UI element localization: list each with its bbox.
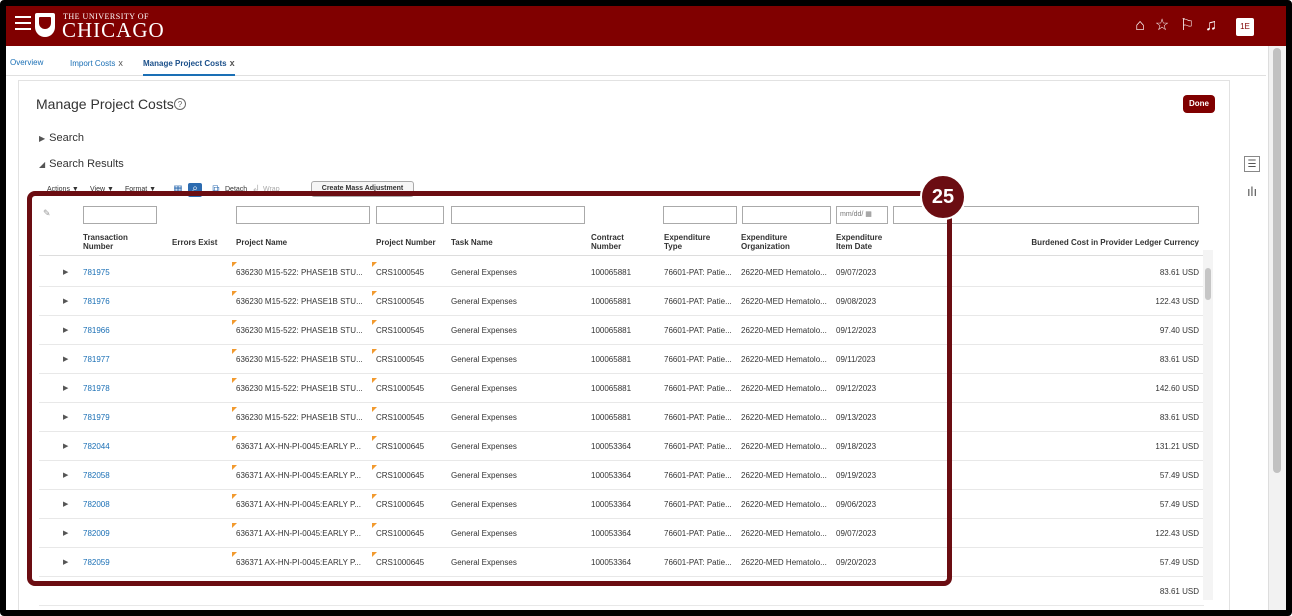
tab-label: Overview bbox=[10, 58, 44, 67]
search-results-section-toggle[interactable]: ◢ Search Results bbox=[39, 158, 124, 170]
burdened-cost-cell: 131.21 USD bbox=[1155, 442, 1199, 451]
done-button[interactable]: Done bbox=[1183, 95, 1215, 113]
favorites-star-icon[interactable]: ☆ bbox=[1153, 17, 1171, 35]
active-tab-indicator bbox=[143, 74, 235, 76]
app-window: THE UNIVERSITY OF CHICAGO ⌂ ☆ ⚐ ♫ 1E Ove… bbox=[0, 0, 1292, 616]
home-icon[interactable]: ⌂ bbox=[1131, 17, 1149, 35]
flag-icon[interactable]: ⚐ bbox=[1178, 17, 1196, 35]
search-section-toggle[interactable]: ▶ Search bbox=[39, 132, 84, 144]
burdened-cost-cell: 142.60 USD bbox=[1155, 384, 1199, 393]
tab-label: Manage Project Costs bbox=[143, 59, 227, 68]
burdened-cost-cell: 122.43 USD bbox=[1155, 297, 1199, 306]
burdened-cost-cell: 57.49 USD bbox=[1159, 558, 1199, 567]
page-scrollbar[interactable] bbox=[1268, 46, 1286, 610]
annotation-highlight-box bbox=[27, 191, 952, 586]
burdened-cost-cell: 83.61 USD bbox=[1159, 268, 1199, 277]
burdened-cost-cell: 83.61 USD bbox=[1159, 413, 1199, 422]
section-label: Search bbox=[49, 132, 85, 144]
menu-icon[interactable] bbox=[15, 16, 31, 32]
user-avatar[interactable]: 1E bbox=[1236, 18, 1254, 36]
collapse-triangle-icon: ◢ bbox=[39, 160, 46, 169]
close-tab-icon[interactable]: x bbox=[230, 58, 235, 68]
tab-import-costs[interactable]: Import Costs x bbox=[70, 58, 123, 68]
tab-overview[interactable]: Overview bbox=[10, 58, 43, 67]
burdened-cost-cell: 83.61 USD bbox=[1159, 587, 1199, 596]
tab-manage-project-costs[interactable]: Manage Project Costs x bbox=[143, 58, 235, 68]
burdened-cost-cell: 57.49 USD bbox=[1159, 471, 1199, 480]
annotation-step-badge: 25 bbox=[920, 174, 966, 220]
burdened-cost-cell: 57.49 USD bbox=[1159, 500, 1199, 509]
burdened-cost-cell: 122.43 USD bbox=[1155, 529, 1199, 538]
table-scrollbar[interactable] bbox=[1203, 250, 1213, 600]
tab-label: Import Costs bbox=[70, 59, 116, 68]
details-panel-icon[interactable]: ☰ bbox=[1244, 156, 1260, 172]
close-tab-icon[interactable]: x bbox=[118, 58, 123, 68]
page-title: Manage Project Costs bbox=[36, 96, 174, 112]
expand-triangle-icon: ▶ bbox=[39, 134, 46, 143]
analytics-chart-icon[interactable]: ılı bbox=[1244, 184, 1260, 200]
col-burdened-cost[interactable]: Burdened Cost in Provider Ledger Currenc… bbox=[999, 238, 1199, 247]
burdened-cost-cell: 83.61 USD bbox=[1159, 355, 1199, 364]
help-icon[interactable]: ? bbox=[174, 98, 186, 110]
tab-bar: Overview Import Costs x Manage Project Co… bbox=[6, 46, 1266, 76]
section-label: Search Results bbox=[49, 158, 124, 170]
logo-title[interactable]: CHICAGO bbox=[62, 19, 165, 41]
table-scrollbar-thumb[interactable] bbox=[1205, 268, 1211, 300]
top-header: THE UNIVERSITY OF CHICAGO ⌂ ☆ ⚐ ♫ 1E bbox=[6, 6, 1286, 46]
notifications-bell-icon[interactable]: ♫ bbox=[1202, 17, 1220, 35]
scrollbar-thumb[interactable] bbox=[1273, 48, 1281, 473]
burdened-cost-cell: 97.40 USD bbox=[1159, 326, 1199, 335]
university-shield-logo bbox=[35, 13, 55, 37]
